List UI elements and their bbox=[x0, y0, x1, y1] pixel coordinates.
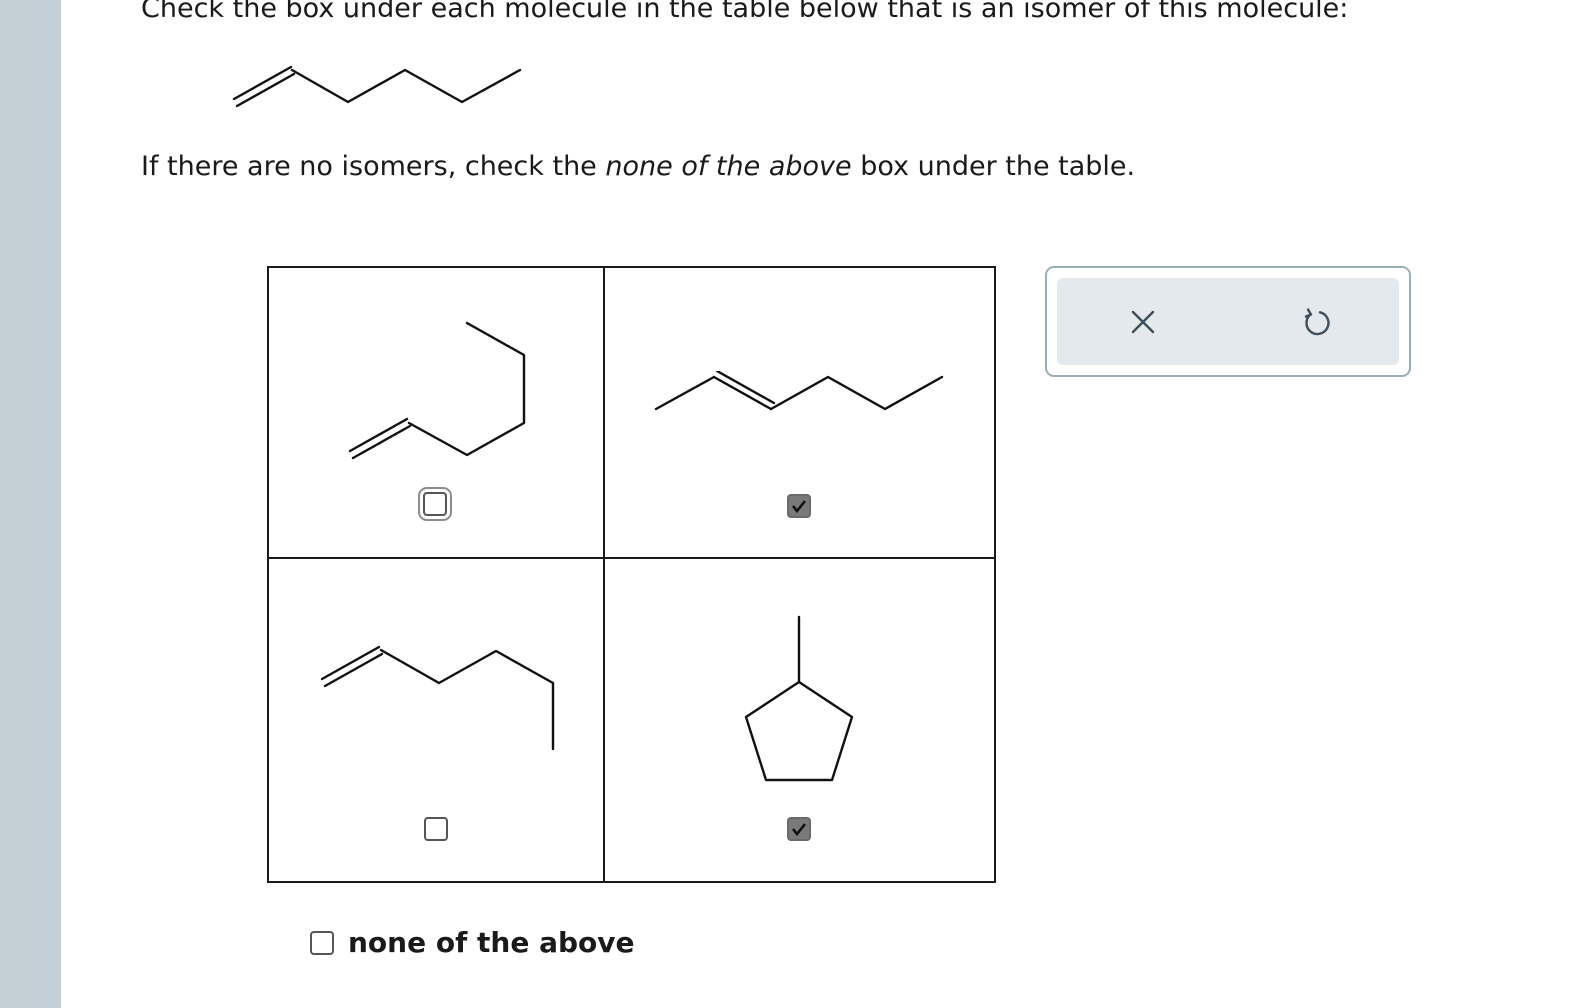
left-rail bbox=[0, 0, 61, 1008]
answer-toolbar bbox=[1045, 266, 1411, 377]
instruction-emphasis: none of the above bbox=[605, 151, 852, 182]
checkmark-icon bbox=[791, 823, 807, 837]
choice-cell-2 bbox=[603, 266, 996, 559]
molecule-2 bbox=[654, 371, 944, 411]
none-of-the-above-label: none of the above bbox=[348, 926, 635, 959]
instruction-after: box under the table. bbox=[851, 151, 1136, 182]
choice-cell-4 bbox=[603, 557, 996, 883]
choice-1-checkbox[interactable] bbox=[418, 487, 452, 521]
question-text: Check the box under each molecule in the… bbox=[141, 0, 1349, 24]
reference-molecule bbox=[232, 65, 522, 108]
instruction-text: If there are no isomers, check the none … bbox=[141, 151, 1135, 182]
choice-3-checkbox[interactable] bbox=[424, 817, 448, 841]
none-of-the-above-option[interactable]: none of the above bbox=[310, 926, 634, 959]
none-of-the-above-checkbox[interactable] bbox=[310, 930, 334, 955]
choices-table bbox=[267, 266, 996, 883]
choice-4-checkbox[interactable] bbox=[787, 817, 811, 841]
choice-2-checkbox[interactable] bbox=[787, 494, 811, 518]
checkmark-icon bbox=[791, 500, 807, 514]
choice-cell-3 bbox=[267, 557, 605, 883]
undo-icon bbox=[1304, 308, 1330, 336]
molecule-3 bbox=[320, 645, 555, 751]
molecule-1 bbox=[348, 321, 526, 460]
molecule-4 bbox=[744, 615, 854, 782]
close-icon bbox=[1131, 310, 1155, 334]
choice-cell-1 bbox=[267, 266, 605, 559]
instruction-before: If there are no isomers, check the bbox=[141, 151, 606, 182]
undo-button[interactable] bbox=[1294, 300, 1338, 344]
clear-button[interactable] bbox=[1121, 300, 1165, 344]
toolbar-panel bbox=[1057, 278, 1399, 365]
